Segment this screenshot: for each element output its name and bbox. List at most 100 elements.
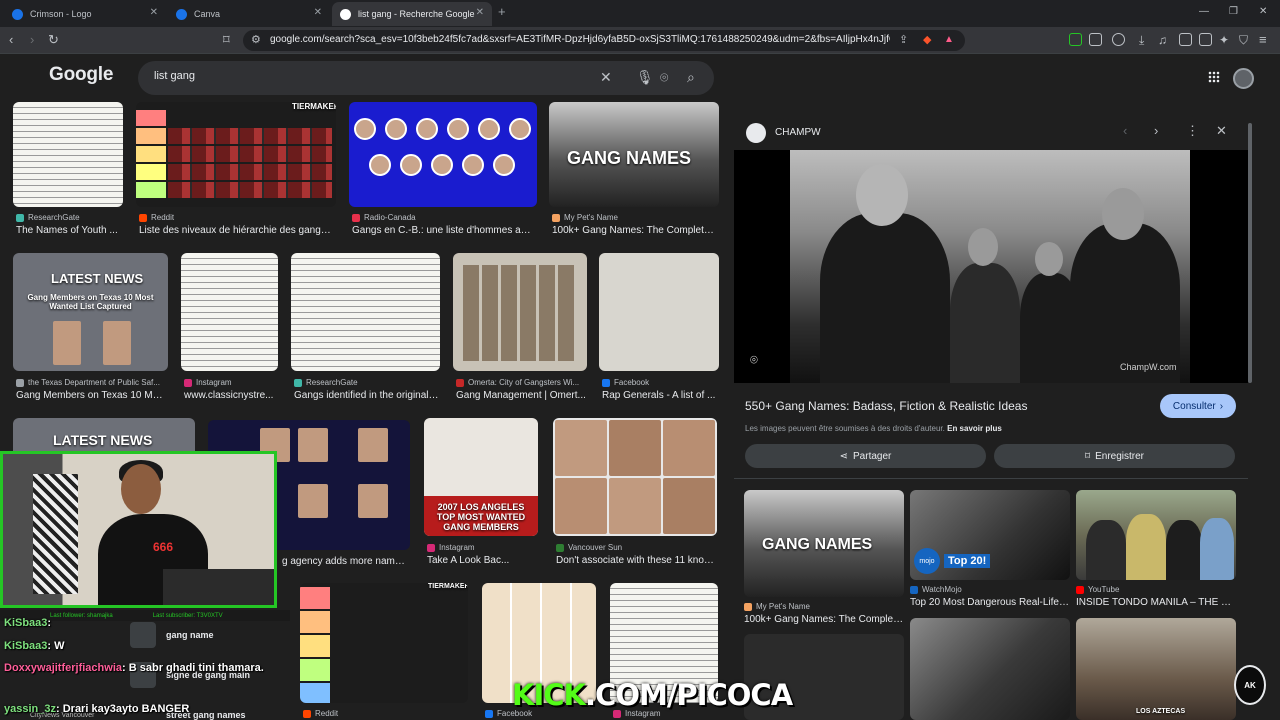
extension-icon[interactable] bbox=[1069, 33, 1082, 46]
close-tab-icon[interactable]: ✕ bbox=[476, 7, 484, 18]
result-image[interactable]: TIERMAKER bbox=[300, 583, 468, 703]
rights-text: Les images peuvent être soumises à des d… bbox=[745, 424, 945, 433]
lens-search-icon[interactable]: ⌾ bbox=[750, 352, 758, 368]
reddit-icon bbox=[303, 709, 311, 718]
close-tab-icon[interactable]: ✕ bbox=[150, 7, 158, 18]
related-image[interactable]: GANG NAMES bbox=[744, 490, 904, 597]
source-label: the Texas Department of Public Saf... bbox=[28, 378, 160, 387]
result-title[interactable]: Gang Management | Omert... bbox=[456, 390, 586, 401]
microphone-icon[interactable]: 🎙 bbox=[636, 69, 654, 86]
sidebar-icon[interactable] bbox=[1179, 33, 1192, 46]
search-input[interactable] bbox=[154, 70, 574, 82]
related-title[interactable]: Top 20 Most Dangerous Real-Life ... bbox=[910, 597, 1070, 608]
address-bar[interactable]: ⚙ google.com/search?sca_esv=10f3beb24f5f… bbox=[243, 30, 965, 51]
google-logo[interactable]: Google bbox=[49, 64, 113, 86]
result-image[interactable] bbox=[453, 253, 587, 371]
account-avatar[interactable] bbox=[1233, 68, 1254, 89]
result-image[interactable] bbox=[553, 418, 717, 536]
result-title[interactable]: Gangs identified in the original ... bbox=[294, 390, 439, 401]
result-title[interactable]: Rap Generals - A list of ... bbox=[602, 390, 717, 401]
source-label: My Pet's Name bbox=[756, 602, 810, 611]
save-button[interactable]: ⌑ Enregistrer bbox=[994, 444, 1235, 468]
result-image[interactable] bbox=[181, 253, 278, 371]
clear-search-icon[interactable]: ✕ bbox=[600, 69, 612, 86]
result-title[interactable]: Gang Members on Texas 10 Mo... bbox=[16, 390, 166, 401]
result-image[interactable] bbox=[349, 102, 537, 207]
related-image[interactable]: LOS AZTECAS bbox=[1076, 618, 1236, 720]
related-title[interactable]: INSIDE TONDO MANILA – THE M... bbox=[1076, 597, 1236, 608]
result-title[interactable]: The Names of Youth ... bbox=[16, 225, 126, 236]
result-title[interactable]: www.classicnystre... bbox=[184, 390, 279, 401]
result-title[interactable]: 100k+ Gang Names: The Complete,... bbox=[552, 225, 717, 236]
previous-icon[interactable]: ‹ bbox=[1123, 123, 1127, 138]
back-icon[interactable]: ‹ bbox=[9, 32, 13, 48]
minimize-icon[interactable]: — bbox=[1199, 6, 1209, 17]
lens-camera-icon[interactable]: ⌾ bbox=[660, 69, 668, 86]
bookmark-icon: ⌑ bbox=[1084, 450, 1091, 462]
more-options-icon[interactable]: ⋮ bbox=[1186, 123, 1199, 139]
google-apps-icon[interactable] bbox=[1208, 71, 1220, 83]
copyright-notice: Les images peuvent être soumises à des d… bbox=[745, 424, 1002, 433]
puzzle-icon[interactable] bbox=[1089, 33, 1102, 46]
related-image[interactable] bbox=[910, 618, 1070, 720]
related-title[interactable]: 100k+ Gang Names: The Complet... bbox=[744, 614, 904, 625]
visit-button[interactable]: Consulter › bbox=[1160, 394, 1236, 418]
url-text[interactable]: google.com/search?sca_esv=10f3beb24f5fc7… bbox=[270, 34, 890, 45]
history-icon[interactable] bbox=[1112, 33, 1125, 46]
related-image[interactable] bbox=[1076, 490, 1236, 580]
tab-canva[interactable]: Canva ✕ bbox=[168, 2, 330, 26]
source-label: Omerta: City of Gangsters Wi... bbox=[468, 378, 580, 387]
result-image[interactable]: 2007 LOS ANGELES TOP MOST WANTED GANG ME… bbox=[424, 418, 538, 536]
tab-google-search[interactable]: list gang - Recherche Google ✕ bbox=[332, 2, 492, 26]
restore-icon[interactable]: ❐ bbox=[1229, 6, 1238, 17]
site-info-icon[interactable]: ⚙ bbox=[251, 32, 261, 48]
chat-separator: : bbox=[122, 662, 126, 674]
result-image[interactable] bbox=[291, 253, 440, 371]
next-icon[interactable]: › bbox=[1154, 123, 1158, 138]
result-source: Facebook bbox=[602, 378, 717, 387]
bookmark-icon[interactable]: ⌑ bbox=[223, 32, 230, 48]
wallet-icon[interactable] bbox=[1199, 33, 1212, 46]
result-image[interactable] bbox=[599, 253, 719, 371]
preview-image[interactable]: ChampW.com ⌾ bbox=[734, 150, 1248, 383]
related-image[interactable]: mojo Top 20! bbox=[910, 490, 1070, 580]
tab-title: Canva bbox=[194, 9, 221, 19]
result-title[interactable]: Don't associate with these 11 know... bbox=[556, 555, 716, 566]
menu-icon[interactable]: ≡ bbox=[1259, 32, 1267, 48]
result-title[interactable]: Gangs en C.-B.: une liste d'hommes au... bbox=[352, 225, 532, 236]
panel-site-name[interactable]: CHAMPW bbox=[775, 127, 821, 138]
result-title[interactable]: Take A Look Bac... bbox=[427, 555, 537, 566]
result-image[interactable]: TIERMAKER bbox=[136, 102, 336, 207]
tab-crimson[interactable]: Crimson - Logo ✕ bbox=[4, 2, 166, 26]
reload-icon[interactable]: ↻ bbox=[48, 32, 59, 48]
result-title[interactable]: g agency adds more names ... bbox=[282, 556, 410, 567]
tab-title: Crimson - Logo bbox=[30, 9, 92, 19]
search-box[interactable]: ✕ 🎙 ⌾ ⌕ bbox=[138, 61, 714, 95]
close-tab-icon[interactable]: ✕ bbox=[314, 7, 322, 18]
forward-icon[interactable]: › bbox=[30, 32, 34, 48]
related-search[interactable]: gang name bbox=[166, 630, 214, 640]
result-image[interactable]: LATEST NEWS Gang Members on Texas 10 Mos… bbox=[13, 253, 168, 371]
instagram-icon bbox=[184, 378, 192, 387]
gang-names-text: GANG NAMES bbox=[567, 148, 692, 168]
vpn-icon[interactable]: ⛉ bbox=[1239, 32, 1248, 48]
close-panel-icon[interactable]: ✕ bbox=[1216, 123, 1227, 139]
music-icon[interactable]: ♫ bbox=[1158, 32, 1167, 48]
webcam-overlay: 666 bbox=[0, 451, 277, 608]
close-window-icon[interactable]: ✕ bbox=[1259, 6, 1267, 17]
panel-title[interactable]: 550+ Gang Names: Badass, Fiction & Reali… bbox=[745, 399, 1027, 413]
search-icon[interactable]: ⌕ bbox=[687, 69, 695, 86]
leo-ai-icon[interactable]: ✦ bbox=[1219, 32, 1229, 48]
new-tab-icon[interactable]: + bbox=[498, 4, 506, 19]
download-icon[interactable]: ⤓ bbox=[1139, 32, 1144, 48]
rewards-icon[interactable]: ▲ bbox=[944, 32, 954, 48]
share-icon[interactable]: ⇪ bbox=[899, 32, 908, 48]
share-button[interactable]: ⋖ Partager bbox=[745, 444, 986, 468]
brave-shield-icon[interactable]: ◆ bbox=[923, 32, 931, 48]
result-title[interactable]: Liste des niveaux de hiérarchie des gang… bbox=[139, 225, 334, 236]
result-image[interactable] bbox=[13, 102, 123, 207]
source-label: Instagram bbox=[439, 543, 475, 552]
result-image[interactable]: GANG NAMES bbox=[549, 102, 719, 207]
learn-more-link[interactable]: En savoir plus bbox=[947, 424, 1002, 433]
panel-scrollbar[interactable] bbox=[1248, 123, 1252, 383]
